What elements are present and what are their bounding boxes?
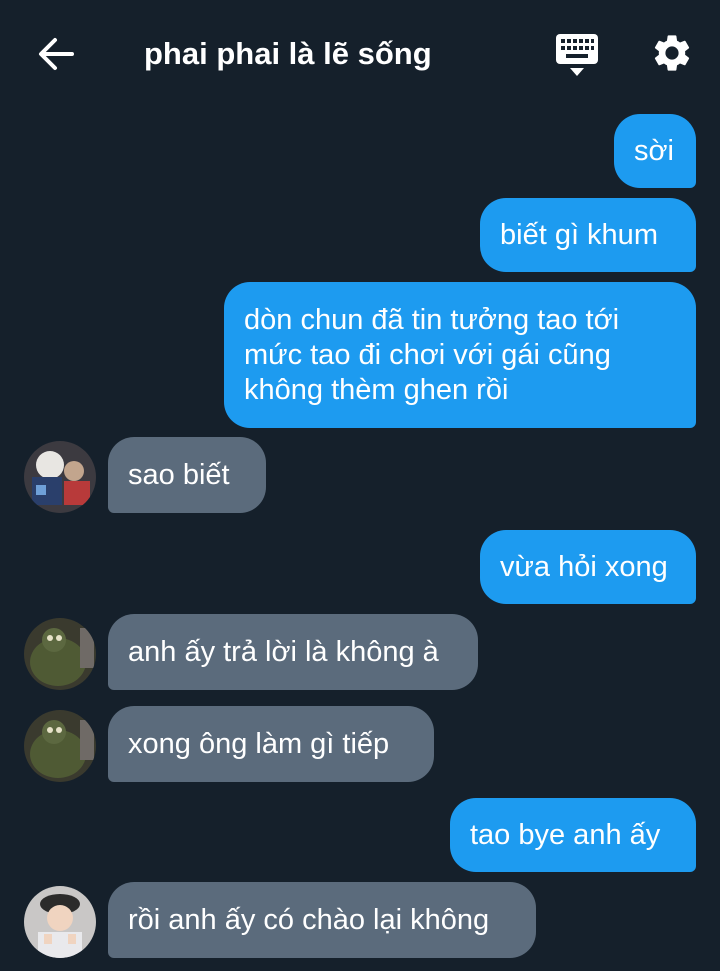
message-bubble-incoming[interactable]: rồi anh ấy có chào lại không: [108, 882, 536, 958]
avatar-image: [24, 886, 96, 958]
avatar-image: [24, 618, 96, 690]
message-bubble-incoming[interactable]: anh ấy trả lời là không à: [108, 614, 478, 690]
message-text: tao bye anh ấy: [470, 818, 661, 851]
gear-icon: [654, 35, 690, 71]
message-text: anh ấy trả lời là không à: [128, 635, 439, 668]
message-line: mức tao đi chơi với gái cũng: [244, 338, 611, 371]
settings-button[interactable]: [650, 31, 694, 75]
avatar[interactable]: [24, 618, 96, 690]
message-text: sời: [634, 134, 674, 167]
conversation-title: phai phai là lẽ sống: [144, 36, 432, 71]
avatar[interactable]: [24, 441, 96, 513]
message-line: dòn chun đã tin tưởng tao tới: [244, 303, 620, 336]
back-button[interactable]: [36, 34, 76, 74]
keyboard-icon: [556, 34, 598, 76]
message-bubble-outgoing[interactable]: sời: [614, 114, 696, 188]
message-text: sao biết: [128, 458, 230, 491]
message-bubble-outgoing[interactable]: biết gì khum: [480, 198, 696, 272]
avatar-image: [24, 710, 96, 782]
message-text: vừa hỏi xong: [500, 550, 668, 583]
message-bubble-outgoing[interactable]: tao bye anh ấy: [450, 798, 696, 872]
keyboard-button[interactable]: [554, 32, 600, 78]
message-bubble-outgoing[interactable]: vừa hỏi xong: [480, 530, 696, 604]
message-bubble-outgoing[interactable]: dòn chun đã tin tưởng tao tới mức tao đi…: [224, 282, 696, 428]
chat-header: phai phai là lẽ sống: [0, 0, 720, 105]
message-text: xong ông làm gì tiếp: [128, 727, 390, 760]
avatar[interactable]: [24, 886, 96, 958]
arrow-left-icon: [39, 38, 74, 70]
message-bubble-incoming[interactable]: xong ông làm gì tiếp: [108, 706, 434, 782]
message-text: rồi anh ấy có chào lại không: [128, 903, 490, 936]
message-bubble-incoming[interactable]: sao biết: [108, 437, 266, 513]
message-text: dòn chun đã tin tưởng tao tới mức tao đi…: [244, 303, 619, 408]
message-text: biết gì khum: [500, 218, 658, 251]
avatar[interactable]: [24, 710, 96, 782]
avatar-image: [24, 441, 96, 513]
message-line: không thèm ghen rồi: [244, 373, 509, 406]
